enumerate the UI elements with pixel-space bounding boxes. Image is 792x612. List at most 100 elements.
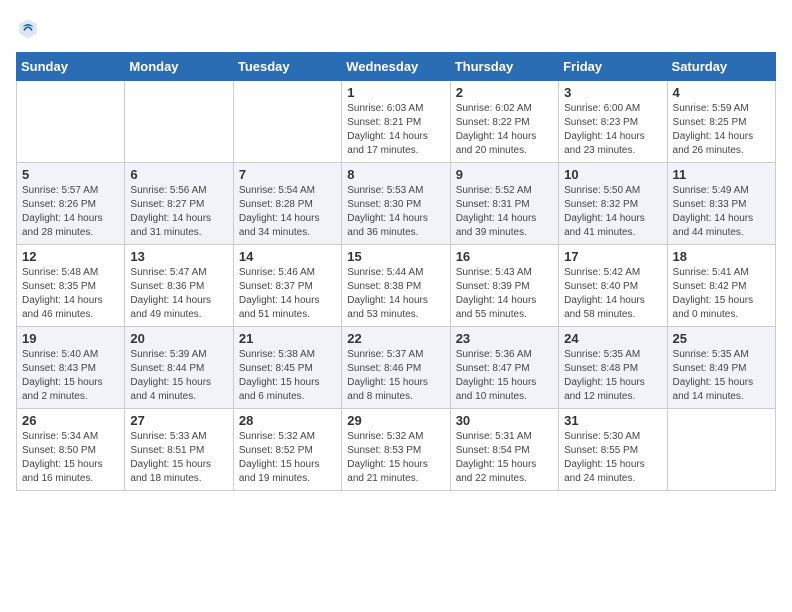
day-info: Sunrise: 5:47 AM Sunset: 8:36 PM Dayligh… xyxy=(130,266,227,322)
day-info: Sunrise: 5:38 AM Sunset: 8:45 PM Dayligh… xyxy=(239,348,336,404)
calendar-week-row: 1 Sunrise: 6:03 AM Sunset: 8:21 PM Daylig… xyxy=(17,81,776,163)
day-info: Sunrise: 6:00 AM Sunset: 8:23 PM Dayligh… xyxy=(564,102,661,158)
day-info: Sunrise: 5:46 AM Sunset: 8:37 PM Dayligh… xyxy=(239,266,336,322)
day-info: Sunrise: 5:31 AM Sunset: 8:54 PM Dayligh… xyxy=(456,430,553,486)
day-info: Sunrise: 5:43 AM Sunset: 8:39 PM Dayligh… xyxy=(456,266,553,322)
day-number: 19 xyxy=(22,331,119,346)
day-number: 7 xyxy=(239,167,336,182)
day-info: Sunrise: 5:48 AM Sunset: 8:35 PM Dayligh… xyxy=(22,266,119,322)
day-number: 31 xyxy=(564,413,661,428)
day-number: 14 xyxy=(239,249,336,264)
weekday-header: Thursday xyxy=(450,53,558,81)
day-info: Sunrise: 5:32 AM Sunset: 8:52 PM Dayligh… xyxy=(239,430,336,486)
day-number: 16 xyxy=(456,249,553,264)
day-info: Sunrise: 5:52 AM Sunset: 8:31 PM Dayligh… xyxy=(456,184,553,240)
day-number: 11 xyxy=(673,167,770,182)
day-info: Sunrise: 5:59 AM Sunset: 8:25 PM Dayligh… xyxy=(673,102,770,158)
day-info: Sunrise: 5:39 AM Sunset: 8:44 PM Dayligh… xyxy=(130,348,227,404)
day-number: 22 xyxy=(347,331,444,346)
calendar-week-row: 5 Sunrise: 5:57 AM Sunset: 8:26 PM Daylig… xyxy=(17,163,776,245)
day-info: Sunrise: 6:03 AM Sunset: 8:21 PM Dayligh… xyxy=(347,102,444,158)
calendar-cell: 19 Sunrise: 5:40 AM Sunset: 8:43 PM Dayli… xyxy=(17,327,125,409)
day-info: Sunrise: 5:40 AM Sunset: 8:43 PM Dayligh… xyxy=(22,348,119,404)
day-number: 12 xyxy=(22,249,119,264)
day-number: 15 xyxy=(347,249,444,264)
calendar-cell xyxy=(17,81,125,163)
calendar-cell: 8Sunrise: 5:53 AM Sunset: 8:30 PM Daylig… xyxy=(342,163,450,245)
calendar-cell: 30 Sunrise: 5:31 AM Sunset: 8:54 PM Dayli… xyxy=(450,409,558,491)
calendar-cell: 10Sunrise: 5:50 AM Sunset: 8:32 PM Dayli… xyxy=(559,163,667,245)
day-number: 3 xyxy=(564,85,661,100)
day-number: 26 xyxy=(22,413,119,428)
day-info: Sunrise: 5:42 AM Sunset: 8:40 PM Dayligh… xyxy=(564,266,661,322)
day-info: Sunrise: 5:37 AM Sunset: 8:46 PM Dayligh… xyxy=(347,348,444,404)
day-number: 25 xyxy=(673,331,770,346)
calendar-table: SundayMondayTuesdayWednesdayThursdayFrid… xyxy=(16,52,776,491)
calendar-cell: 20 Sunrise: 5:39 AM Sunset: 8:44 PM Dayli… xyxy=(125,327,233,409)
day-number: 13 xyxy=(130,249,227,264)
day-number: 5 xyxy=(22,167,119,182)
calendar-cell: 17 Sunrise: 5:42 AM Sunset: 8:40 PM Dayli… xyxy=(559,245,667,327)
day-info: Sunrise: 5:57 AM Sunset: 8:26 PM Dayligh… xyxy=(22,184,119,240)
calendar-cell: 6 Sunrise: 5:56 AM Sunset: 8:27 PM Daylig… xyxy=(125,163,233,245)
day-number: 6 xyxy=(130,167,227,182)
day-number: 28 xyxy=(239,413,336,428)
day-info: Sunrise: 5:30 AM Sunset: 8:55 PM Dayligh… xyxy=(564,430,661,486)
calendar-cell: 23 Sunrise: 5:36 AM Sunset: 8:47 PM Dayli… xyxy=(450,327,558,409)
day-info: Sunrise: 5:50 AM Sunset: 8:32 PM Dayligh… xyxy=(564,184,661,240)
weekday-header: Sunday xyxy=(17,53,125,81)
day-info: Sunrise: 5:35 AM Sunset: 8:48 PM Dayligh… xyxy=(564,348,661,404)
weekday-header: Monday xyxy=(125,53,233,81)
logo-icon xyxy=(16,16,40,40)
day-info: Sunrise: 5:32 AM Sunset: 8:53 PM Dayligh… xyxy=(347,430,444,486)
day-number: 2 xyxy=(456,85,553,100)
day-number: 20 xyxy=(130,331,227,346)
calendar-cell: 7 Sunrise: 5:54 AM Sunset: 8:28 PM Daylig… xyxy=(233,163,341,245)
day-info: Sunrise: 5:33 AM Sunset: 8:51 PM Dayligh… xyxy=(130,430,227,486)
day-number: 24 xyxy=(564,331,661,346)
logo xyxy=(16,16,44,40)
calendar-cell: 11Sunrise: 5:49 AM Sunset: 8:33 PM Dayli… xyxy=(667,163,775,245)
calendar-cell: 21Sunrise: 5:38 AM Sunset: 8:45 PM Dayli… xyxy=(233,327,341,409)
day-info: Sunrise: 5:35 AM Sunset: 8:49 PM Dayligh… xyxy=(673,348,770,404)
day-info: Sunrise: 5:44 AM Sunset: 8:38 PM Dayligh… xyxy=(347,266,444,322)
calendar-cell xyxy=(233,81,341,163)
weekday-header: Saturday xyxy=(667,53,775,81)
calendar-cell: 18 Sunrise: 5:41 AM Sunset: 8:42 PM Dayli… xyxy=(667,245,775,327)
day-number: 18 xyxy=(673,249,770,264)
day-number: 27 xyxy=(130,413,227,428)
day-number: 17 xyxy=(564,249,661,264)
weekday-header: Friday xyxy=(559,53,667,81)
calendar-cell: 1 Sunrise: 6:03 AM Sunset: 8:21 PM Daylig… xyxy=(342,81,450,163)
calendar-cell: 26 Sunrise: 5:34 AM Sunset: 8:50 PM Dayli… xyxy=(17,409,125,491)
calendar-cell xyxy=(667,409,775,491)
calendar-cell: 31 Sunrise: 5:30 AM Sunset: 8:55 PM Dayli… xyxy=(559,409,667,491)
day-info: Sunrise: 5:56 AM Sunset: 8:27 PM Dayligh… xyxy=(130,184,227,240)
calendar-cell: 14 Sunrise: 5:46 AM Sunset: 8:37 PM Dayli… xyxy=(233,245,341,327)
calendar-cell: 22 Sunrise: 5:37 AM Sunset: 8:46 PM Dayli… xyxy=(342,327,450,409)
day-number: 29 xyxy=(347,413,444,428)
calendar-cell: 28 Sunrise: 5:32 AM Sunset: 8:52 PM Dayli… xyxy=(233,409,341,491)
calendar-header-row: SundayMondayTuesdayWednesdayThursdayFrid… xyxy=(17,53,776,81)
calendar-week-row: 26 Sunrise: 5:34 AM Sunset: 8:50 PM Dayli… xyxy=(17,409,776,491)
day-number: 23 xyxy=(456,331,553,346)
calendar-cell xyxy=(125,81,233,163)
day-number: 1 xyxy=(347,85,444,100)
calendar-cell: 9Sunrise: 5:52 AM Sunset: 8:31 PM Daylig… xyxy=(450,163,558,245)
calendar-cell: 2Sunrise: 6:02 AM Sunset: 8:22 PM Daylig… xyxy=(450,81,558,163)
calendar-cell: 24 Sunrise: 5:35 AM Sunset: 8:48 PM Dayli… xyxy=(559,327,667,409)
day-number: 4 xyxy=(673,85,770,100)
calendar-cell: 29 Sunrise: 5:32 AM Sunset: 8:53 PM Dayli… xyxy=(342,409,450,491)
day-info: Sunrise: 5:41 AM Sunset: 8:42 PM Dayligh… xyxy=(673,266,770,322)
day-number: 30 xyxy=(456,413,553,428)
day-number: 8 xyxy=(347,167,444,182)
day-info: Sunrise: 5:54 AM Sunset: 8:28 PM Dayligh… xyxy=(239,184,336,240)
day-info: Sunrise: 5:36 AM Sunset: 8:47 PM Dayligh… xyxy=(456,348,553,404)
calendar-week-row: 12 Sunrise: 5:48 AM Sunset: 8:35 PM Dayli… xyxy=(17,245,776,327)
day-info: Sunrise: 5:34 AM Sunset: 8:50 PM Dayligh… xyxy=(22,430,119,486)
calendar-week-row: 19 Sunrise: 5:40 AM Sunset: 8:43 PM Dayli… xyxy=(17,327,776,409)
calendar-cell: 5 Sunrise: 5:57 AM Sunset: 8:26 PM Daylig… xyxy=(17,163,125,245)
calendar-cell: 15 Sunrise: 5:44 AM Sunset: 8:38 PM Dayli… xyxy=(342,245,450,327)
calendar-cell: 27 Sunrise: 5:33 AM Sunset: 8:51 PM Dayli… xyxy=(125,409,233,491)
calendar-cell: 16 Sunrise: 5:43 AM Sunset: 8:39 PM Dayli… xyxy=(450,245,558,327)
